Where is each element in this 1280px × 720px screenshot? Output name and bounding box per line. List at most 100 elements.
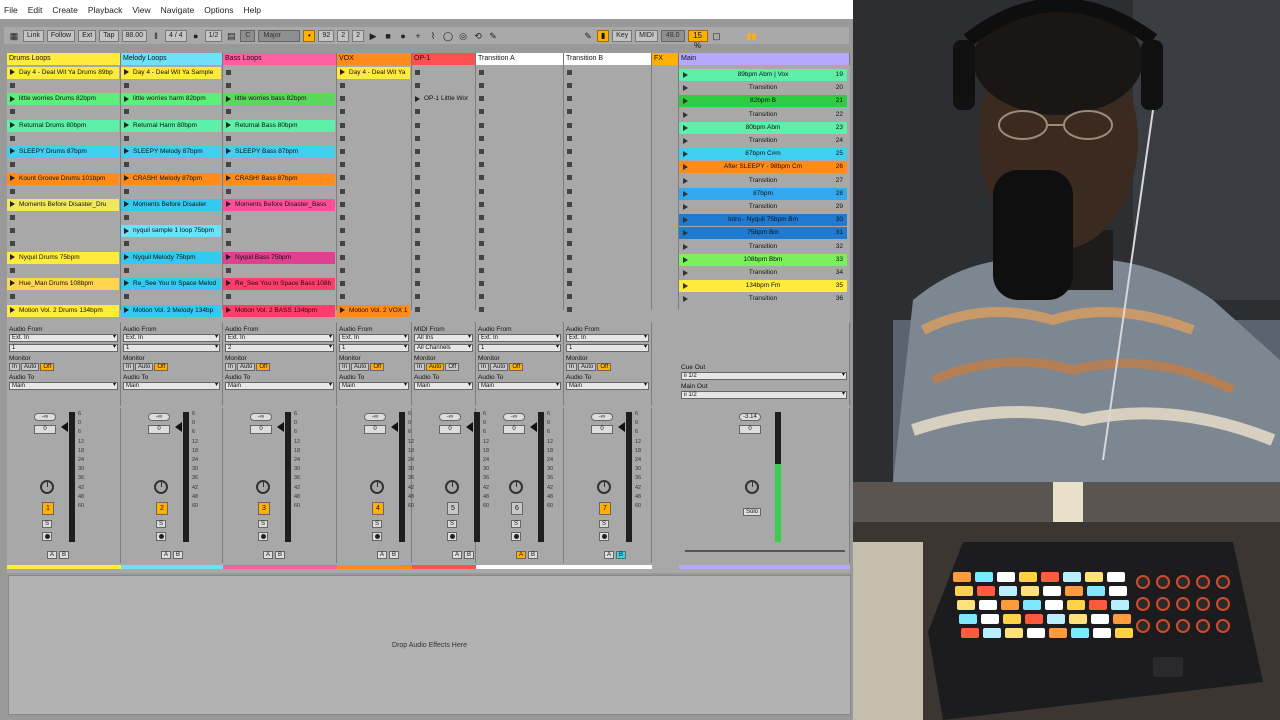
scene-launch[interactable]: Intro - Nyquil 75bpm Bm 30 <box>679 214 847 227</box>
clip-slot[interactable]: Hue_Man Drums 108bpm <box>7 278 119 291</box>
clip-play-icon[interactable] <box>10 148 15 155</box>
crossfade-b-button[interactable]: B <box>464 551 474 559</box>
clip-stop-icon[interactable] <box>226 135 231 141</box>
track-header-1[interactable]: Melody Loops <box>121 53 223 65</box>
clip-stop-icon[interactable] <box>340 201 345 207</box>
clip-slot[interactable] <box>337 107 410 119</box>
scene-launch[interactable]: 89bpm Abm | Vox 19 <box>679 69 847 81</box>
time-signature[interactable]: 4 / 4 <box>165 29 187 42</box>
clip-slot[interactable] <box>7 225 119 237</box>
clip-slot[interactable]: Nyquil Melody 75bpm <box>121 251 221 264</box>
clip-stop-icon[interactable] <box>340 241 345 247</box>
clip-slot[interactable]: Day 4 - Deal Wit Ya <box>337 67 410 79</box>
clip-stop-icon[interactable] <box>10 294 15 300</box>
track-header-0[interactable]: Drums Loops <box>7 53 121 65</box>
solo-button[interactable]: S <box>258 520 268 528</box>
clip-stop-icon[interactable] <box>415 148 420 154</box>
clip-slot[interactable] <box>223 239 335 251</box>
clip-slot[interactable] <box>564 120 650 132</box>
main-solo-button[interactable]: Solo <box>743 508 761 516</box>
clip-slot[interactable] <box>7 291 119 303</box>
clip-stop-icon[interactable] <box>340 148 345 154</box>
clip-stop-icon[interactable] <box>415 280 420 286</box>
scene-launch[interactable]: 87bpm C#m 25 <box>679 148 847 161</box>
clip-slot[interactable] <box>564 133 650 145</box>
clip-slot[interactable] <box>476 120 562 132</box>
monitor-in-button[interactable]: In <box>339 363 351 371</box>
clip-slot[interactable] <box>652 107 677 119</box>
solo-button[interactable]: S <box>511 520 521 528</box>
scene-launch[interactable]: Transition 36 <box>679 293 847 305</box>
clip-stop-icon[interactable] <box>567 307 572 313</box>
scene-launch[interactable]: After SLEEPY - 98bpm Cm 26 <box>679 161 847 174</box>
monitor-auto-button[interactable]: Auto <box>351 363 370 371</box>
clip-stop-icon[interactable] <box>340 135 345 141</box>
clip-slot[interactable] <box>652 225 677 237</box>
clip-play-icon[interactable] <box>124 122 129 129</box>
monitor-auto-button[interactable]: Auto <box>490 363 509 371</box>
clip-stop-icon[interactable] <box>415 241 420 247</box>
clip-slot[interactable] <box>223 186 335 198</box>
clip-play-icon[interactable] <box>10 69 15 76</box>
scene-launch[interactable]: 80bpm Abm 23 <box>679 121 847 134</box>
output-select[interactable]: Main <box>566 382 649 390</box>
clip-stop-icon[interactable] <box>10 162 15 168</box>
scene-play-icon[interactable] <box>683 98 688 105</box>
clip-slot[interactable] <box>121 80 221 92</box>
clip-slot[interactable] <box>652 120 677 132</box>
scene-launch[interactable]: Transition 32 <box>679 241 847 253</box>
solo-button[interactable]: S <box>447 520 457 528</box>
clip-slot[interactable] <box>223 212 335 224</box>
volume-field[interactable]: 0 <box>439 425 461 434</box>
clip-slot[interactable]: Kount Groove Drums 101bpm <box>7 172 119 185</box>
clip-stop-icon[interactable] <box>124 162 129 168</box>
input-channel-select[interactable]: 1 <box>566 344 649 352</box>
clip-slot[interactable]: Day 4 - Deal Wit Ya Drums 89bp <box>7 67 119 79</box>
metronome-icon[interactable]: ● <box>190 30 202 42</box>
capture-icon[interactable]: ◯ <box>442 30 454 42</box>
input-source-select[interactable]: Ext. In <box>478 334 561 342</box>
crossfade-a-button[interactable]: A <box>604 551 614 559</box>
clip-stop-icon[interactable] <box>10 135 15 141</box>
clip-slot[interactable]: Moments Before Disaster_Bass <box>223 199 335 211</box>
input-channel-select[interactable]: 1 <box>478 344 561 352</box>
clip-play-icon[interactable] <box>10 280 15 287</box>
crossfade-a-button[interactable]: A <box>47 551 57 559</box>
clip-stop-icon[interactable] <box>340 267 345 273</box>
solo-button[interactable]: S <box>599 520 609 528</box>
clip-stop-icon[interactable] <box>567 267 572 273</box>
clip-slot[interactable] <box>412 173 474 185</box>
scene-play-icon[interactable] <box>683 85 688 92</box>
clip-stop-icon[interactable] <box>415 122 420 128</box>
scene-launch[interactable]: 82bpm B 21 <box>679 95 847 108</box>
clip-slot[interactable]: little worries Drums 82bpm <box>7 93 119 106</box>
clip-stop-icon[interactable] <box>10 188 15 194</box>
monitor-auto-button[interactable]: Auto <box>21 363 40 371</box>
clip-play-icon[interactable] <box>226 148 231 155</box>
clip-slot[interactable] <box>564 239 650 251</box>
automation-arm-icon[interactable]: • <box>303 29 316 42</box>
crossfade-b-button[interactable]: B <box>59 551 69 559</box>
clip-slot[interactable] <box>7 133 119 145</box>
input-channel-select[interactable]: 1 <box>123 344 220 352</box>
clip-stop-icon[interactable] <box>479 307 484 313</box>
clip-slot[interactable] <box>121 107 221 119</box>
clip-stop-icon[interactable] <box>567 254 572 260</box>
main-pan-knob[interactable] <box>745 480 759 494</box>
clip-slot[interactable] <box>412 146 474 158</box>
scene-launch[interactable]: Transition 20 <box>679 82 847 94</box>
track-activator[interactable]: 4 <box>372 502 384 515</box>
clip-slot[interactable] <box>652 67 677 79</box>
clip-slot[interactable] <box>476 305 562 317</box>
crossfade-b-button[interactable]: B <box>275 551 285 559</box>
clip-slot[interactable] <box>564 159 650 171</box>
scene-launch[interactable]: 108bpm Bbm 33 <box>679 253 847 266</box>
clip-slot[interactable] <box>412 225 474 237</box>
clip-slot[interactable] <box>476 80 562 92</box>
clip-slot[interactable] <box>412 199 474 211</box>
clip-slot[interactable] <box>121 291 221 303</box>
clip-slot[interactable] <box>337 133 410 145</box>
clip-slot[interactable] <box>7 239 119 251</box>
key-select[interactable]: C <box>240 29 256 42</box>
clip-play-icon[interactable] <box>340 69 345 76</box>
